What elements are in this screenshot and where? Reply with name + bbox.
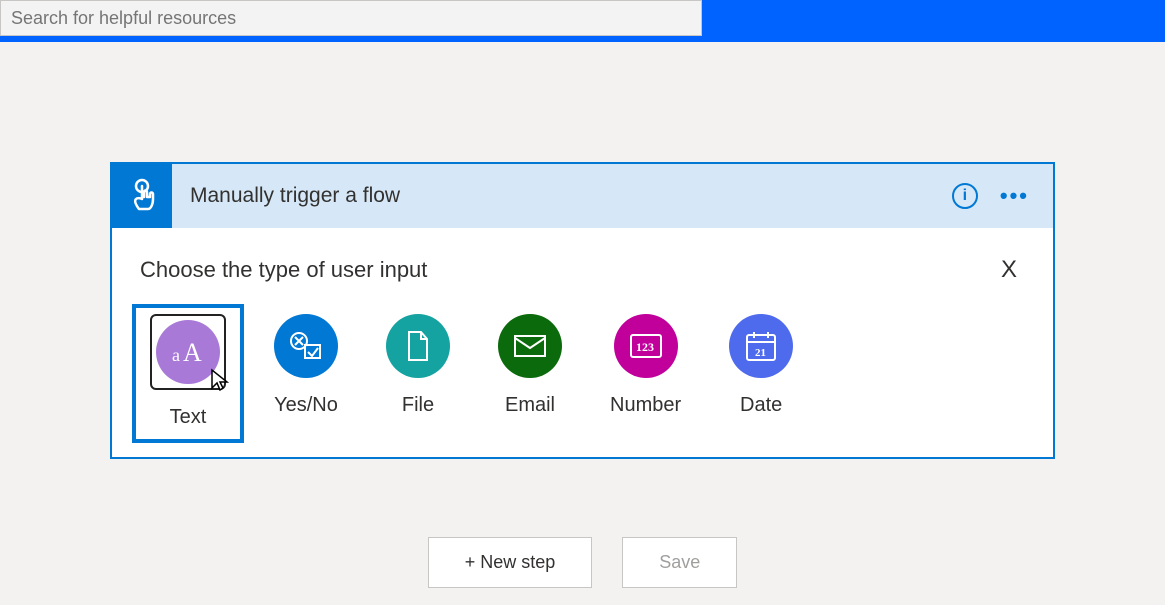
- email-label: Email: [505, 394, 555, 417]
- trigger-header[interactable]: Manually trigger a flow i •••: [112, 164, 1053, 228]
- body-header: Choose the type of user input X: [140, 252, 1025, 288]
- number-icon: 123: [614, 314, 678, 378]
- date-icon: 21: [729, 314, 793, 378]
- input-type-file[interactable]: File: [386, 314, 450, 429]
- input-type-list: aA Text: [140, 314, 1025, 429]
- svg-text:a: a: [172, 345, 180, 365]
- text-icon: aA: [156, 320, 220, 384]
- manual-trigger-icon: [112, 164, 172, 228]
- info-icon[interactable]: i: [952, 183, 978, 209]
- close-icon[interactable]: X: [993, 252, 1025, 288]
- input-type-email[interactable]: Email: [498, 314, 562, 429]
- yesno-icon: [274, 314, 338, 378]
- input-type-yesno[interactable]: Yes/No: [274, 314, 338, 429]
- action-row: + New step Save: [428, 537, 738, 588]
- flow-canvas: Manually trigger a flow i ••• Choose the…: [0, 42, 1165, 588]
- more-menu-icon[interactable]: •••: [1000, 183, 1029, 209]
- text-label: Text: [170, 406, 207, 429]
- date-label: Date: [740, 394, 782, 417]
- yesno-label: Yes/No: [274, 394, 338, 417]
- choose-input-title: Choose the type of user input: [140, 257, 427, 283]
- number-label: Number: [610, 394, 681, 417]
- trigger-header-actions: i •••: [952, 183, 1053, 209]
- svg-text:A: A: [183, 338, 202, 367]
- input-type-number[interactable]: 123 Number: [610, 314, 681, 429]
- search-box[interactable]: [0, 0, 702, 36]
- svg-text:123: 123: [636, 340, 654, 354]
- svg-text:21: 21: [755, 347, 766, 359]
- email-icon: [498, 314, 562, 378]
- trigger-title: Manually trigger a flow: [172, 184, 952, 208]
- new-step-button[interactable]: + New step: [428, 537, 593, 588]
- input-type-date[interactable]: 21 Date: [729, 314, 793, 429]
- file-label: File: [402, 394, 434, 417]
- trigger-card: Manually trigger a flow i ••• Choose the…: [110, 162, 1055, 459]
- top-bar: [0, 0, 1165, 42]
- save-button[interactable]: Save: [622, 537, 737, 588]
- trigger-body: Choose the type of user input X aA Text: [112, 228, 1053, 457]
- search-input[interactable]: [11, 8, 691, 29]
- input-type-text[interactable]: aA Text: [132, 304, 244, 443]
- file-icon: [386, 314, 450, 378]
